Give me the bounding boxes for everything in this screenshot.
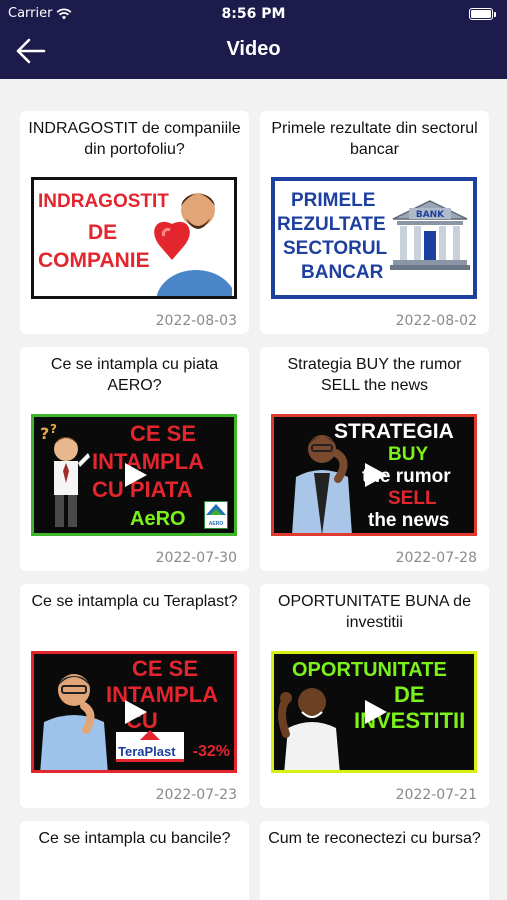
video-thumbnail[interactable]: STRATEGIA BUY the rumor SELL the news bbox=[271, 414, 477, 536]
thumbnail-line: SELL bbox=[388, 488, 437, 509]
video-title: INDRAGOSTIT de companiile din portofoliu… bbox=[28, 120, 241, 158]
presenter-illustration bbox=[40, 674, 108, 770]
video-card[interactable]: Ce se intampla cu piata AERO? ? ? CE SE … bbox=[20, 347, 249, 571]
video-date: 2022-07-21 bbox=[395, 787, 477, 803]
thumbnail-line: DE bbox=[394, 682, 425, 707]
battery-icon bbox=[469, 8, 496, 20]
video-date: 2022-07-30 bbox=[155, 550, 237, 566]
play-icon[interactable] bbox=[359, 460, 389, 490]
thumbnail-line: PRIMELE bbox=[291, 190, 376, 211]
thumbnail-line: SECTORUL bbox=[283, 238, 388, 259]
video-thumbnail[interactable]: CE SE INTAMPLA CU TeraPlast -32% bbox=[31, 651, 237, 773]
thumbnail-line: BUY bbox=[388, 444, 429, 465]
video-card[interactable]: Strategia BUY the rumor SELL the news ST… bbox=[260, 347, 489, 571]
excited-man-illustration bbox=[278, 688, 340, 770]
thumbnail-line: REZULTATE bbox=[277, 214, 386, 235]
battery-level bbox=[471, 10, 491, 18]
video-card[interactable]: Cum te reconectezi cu bursa? bbox=[260, 821, 489, 900]
video-title: Ce se intampla cu bancile? bbox=[38, 830, 231, 847]
video-thumbnail[interactable]: ? ? CE SE INTAMPLA CU PIATA AeRO AERO bbox=[31, 414, 237, 536]
video-date: 2022-07-28 bbox=[395, 550, 477, 566]
video-thumbnail[interactable]: BANK PRIMELE REZULTATE SECTORUL BANCAR bbox=[271, 177, 477, 299]
video-grid: INDRAGOSTIT de companiile din portofoliu… bbox=[0, 79, 507, 900]
play-icon[interactable] bbox=[119, 697, 149, 727]
thumbnail-line: AeRO bbox=[130, 508, 186, 530]
video-title: Cum te reconectezi cu bursa? bbox=[268, 830, 481, 847]
aero-logo-icon bbox=[206, 504, 226, 515]
thumbnail-line: -32% bbox=[192, 743, 230, 760]
play-icon[interactable] bbox=[359, 697, 389, 727]
video-title: Strategia BUY the rumor SELL the news bbox=[287, 356, 462, 394]
svg-text:?: ? bbox=[50, 423, 57, 436]
thumbnail-line: COMPANIE bbox=[38, 249, 150, 272]
page-title: Video bbox=[226, 38, 281, 60]
video-card[interactable]: Primele rezultate din sectorul bancar BA… bbox=[260, 111, 489, 334]
video-card[interactable]: Ce se intampla cu bancile? bbox=[20, 821, 249, 900]
video-title: OPORTUNITATE BUNA de investitii bbox=[278, 593, 471, 631]
bank-sign: BANK bbox=[416, 210, 445, 220]
video-card[interactable]: Ce se intampla cu Teraplast? CE SE INTAM… bbox=[20, 584, 249, 808]
thumbnail-line: DE bbox=[88, 221, 118, 244]
thumbnail-line: OPORTUNITATE bbox=[292, 659, 447, 681]
thumbnail-line: the news bbox=[368, 510, 450, 531]
confused-man-illustration: ? ? bbox=[40, 423, 90, 527]
play-icon[interactable] bbox=[119, 460, 149, 490]
aero-logo-text: AERO bbox=[208, 521, 224, 527]
thumbnail-line: BANCAR bbox=[301, 262, 384, 283]
thumbnail-line: CE SE bbox=[130, 421, 197, 446]
svg-text:?: ? bbox=[40, 424, 49, 443]
top-bar: Carrier 8:56 PM Video bbox=[0, 0, 507, 79]
video-title: Primele rezultate din sectorul bancar bbox=[271, 120, 478, 158]
video-thumbnail[interactable]: INDRAGOSTIT DE COMPANIE bbox=[31, 177, 237, 299]
bank-icon: BANK bbox=[390, 200, 470, 270]
teraplast-roof-icon bbox=[140, 730, 160, 740]
thumbnail-line: INDRAGOSTIT bbox=[38, 191, 169, 212]
video-title: Ce se intampla cu piata AERO? bbox=[50, 356, 219, 394]
video-date: 2022-08-02 bbox=[395, 313, 477, 329]
video-card[interactable]: INDRAGOSTIT de companiile din portofoliu… bbox=[20, 111, 249, 334]
video-thumbnail[interactable]: OPORTUNITATE DE INVESTITII bbox=[271, 651, 477, 773]
status-time: 8:56 PM bbox=[221, 6, 286, 22]
thumbnail-line: CE SE bbox=[132, 656, 199, 681]
aero-logo: AERO bbox=[204, 501, 228, 529]
video-date: 2022-08-03 bbox=[155, 313, 237, 329]
video-card[interactable]: OPORTUNITATE BUNA de investitii OPORTUNI… bbox=[260, 584, 489, 808]
video-title: Ce se intampla cu Teraplast? bbox=[31, 593, 238, 610]
thumbnail-line: STRATEGIA bbox=[334, 420, 454, 443]
status-bar: Carrier 8:56 PM bbox=[0, 4, 507, 24]
video-date: 2022-07-23 bbox=[155, 787, 237, 803]
